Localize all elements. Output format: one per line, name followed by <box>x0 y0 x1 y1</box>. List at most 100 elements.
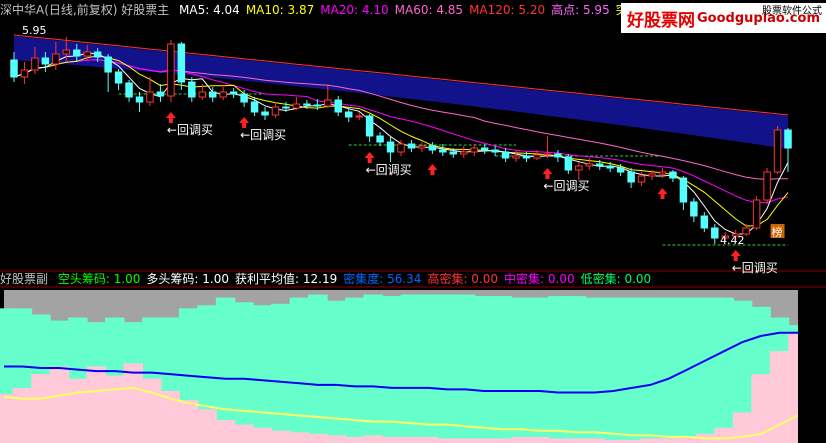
candle-body <box>156 91 165 97</box>
chip-pink-bar <box>49 366 70 443</box>
candle-body <box>773 129 782 173</box>
candle <box>585 158 594 170</box>
chip-pink-bar <box>12 387 33 443</box>
buy-signal-label: ←回调买 <box>366 163 412 177</box>
candle-body <box>240 93 248 103</box>
candle-body <box>439 149 447 153</box>
candle-body <box>355 115 363 118</box>
candle-body <box>229 91 238 95</box>
candle-body <box>616 167 625 173</box>
candle <box>114 69 123 90</box>
sub-indicator-value-5: 中密集: 0.00 <box>504 272 575 286</box>
chip-cyan-bar <box>640 297 661 443</box>
chip-cyan-bar <box>714 297 734 443</box>
candle-body <box>501 151 510 159</box>
candle-body <box>554 153 562 158</box>
candle-body <box>522 155 531 159</box>
candle-body <box>365 115 374 137</box>
candle-body <box>386 141 395 153</box>
candle-body <box>397 143 405 153</box>
candle <box>460 146 468 158</box>
chip-cyan-bar <box>695 297 716 443</box>
low-price-label: 4.42 <box>720 234 745 247</box>
chip-cyan-bar <box>511 297 531 443</box>
candle-body <box>627 171 635 183</box>
buy-signal-label: ←回调买 <box>167 123 213 137</box>
candle <box>125 80 133 102</box>
chip-cyan-bar <box>455 294 476 443</box>
chip-pink-bar <box>215 420 236 443</box>
candle-body <box>606 165 614 169</box>
chip-cyan-bar <box>271 303 291 443</box>
chip-pink-bar <box>345 436 365 443</box>
chip-cyan-bar <box>566 296 587 443</box>
candle-body <box>512 155 520 159</box>
chip-pink-bar <box>178 400 199 443</box>
main-indicator-value-0: MA5: 4.04 <box>179 3 240 17</box>
candle <box>773 126 782 174</box>
chip-pink-bar <box>0 394 14 443</box>
candle-body <box>198 91 207 98</box>
candle-body <box>250 101 259 113</box>
chip-pink-bar <box>105 375 125 443</box>
candle-body <box>595 163 604 167</box>
chip-cyan-bar <box>289 297 310 443</box>
candle-body <box>480 147 489 151</box>
buy-arrow-icon <box>427 164 438 175</box>
candle <box>669 170 677 182</box>
chip-pink-bar <box>31 374 51 443</box>
chip-pink-bar <box>400 436 420 443</box>
chip-pink-bar <box>511 436 531 443</box>
main-indicator-value-2: MA20: 4.10 <box>320 3 389 17</box>
candle <box>271 102 280 118</box>
main-indicator-value-5: 高点: 5.95 <box>551 3 610 17</box>
chip-cyan-bar <box>548 296 568 443</box>
candle-body <box>135 96 144 103</box>
brand-name: 好股票网 <box>627 10 695 31</box>
chip-pink-bar <box>640 438 661 443</box>
chip-cyan-bar <box>252 305 273 443</box>
candle-body <box>700 215 709 229</box>
main-indicator-value-4: MA120: 5.20 <box>469 3 546 17</box>
candle-body <box>282 106 290 109</box>
chip-cyan-bar <box>308 294 328 443</box>
candle-body <box>114 71 123 84</box>
candle <box>543 136 552 158</box>
candle <box>20 62 29 84</box>
candle-body <box>334 99 342 113</box>
sub-indicator-value-1: 多头筹码: 1.00 <box>146 272 229 286</box>
sub-indicator-value-6: 低密集: 0.00 <box>580 272 652 286</box>
candle <box>407 140 416 152</box>
candle <box>292 97 301 110</box>
chip-pink-bar <box>529 436 550 443</box>
chip-cyan-bar <box>492 296 513 443</box>
buy-arrow-icon <box>364 152 375 163</box>
chip-pink-bar <box>289 432 310 443</box>
buy-signal-label: ←回调买 <box>543 179 589 193</box>
candle-body <box>104 56 112 73</box>
candle-body <box>533 154 541 159</box>
candle-body <box>470 147 478 153</box>
chart-canvas: ←回调买 ←回调买←回调买←回调买←回调买榜 5.95 4.42 <box>0 24 826 443</box>
candle <box>365 114 374 142</box>
main-chart-title: 深中华A(日线,前复权) 好股票主 <box>0 3 170 17</box>
chip-pink-bar <box>474 438 494 443</box>
candle <box>470 144 478 156</box>
candle-body <box>177 43 186 83</box>
chip-cyan-bar <box>622 297 642 443</box>
high-price-label: 5.95 <box>22 24 47 37</box>
chip-pink-bar <box>548 438 568 443</box>
candle <box>240 90 248 107</box>
sub-indicator-value-3: 密集度: 56.34 <box>343 272 422 286</box>
candle-body <box>637 175 646 183</box>
candle-body <box>585 163 594 167</box>
chip-pink-bar <box>566 438 587 443</box>
chip-pink-bar <box>123 363 143 443</box>
chip-pink-bar <box>234 424 254 443</box>
brand-tagline: 股票软件公式 <box>762 6 822 17</box>
candle <box>763 168 771 204</box>
buy-arrow-icon <box>657 188 668 199</box>
chip-cyan-bar <box>326 300 347 443</box>
chip-distribution-panel <box>0 290 826 443</box>
candle-body <box>344 111 353 118</box>
